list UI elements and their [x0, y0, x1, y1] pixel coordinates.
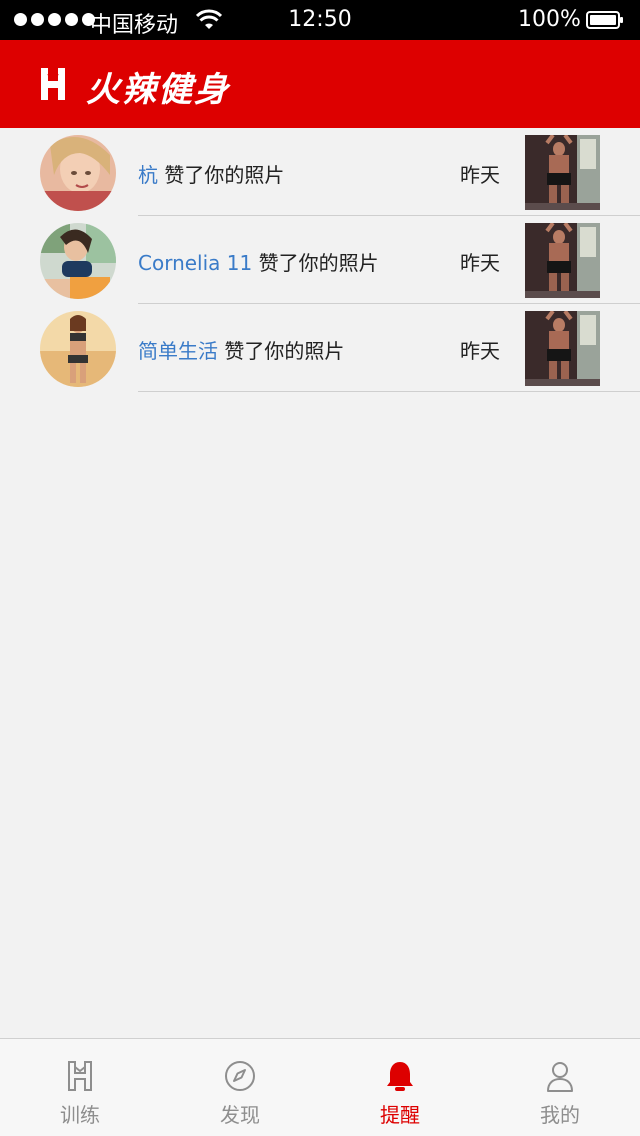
- tab-label: 我的: [540, 1103, 580, 1127]
- user-avatar[interactable]: [40, 223, 116, 299]
- notification-row[interactable]: 简单生活 赞了你的照片 昨天: [0, 304, 640, 392]
- username-link[interactable]: 杭: [138, 163, 158, 187]
- person-icon: [547, 1062, 573, 1092]
- notification-action: 赞了你的照片: [258, 251, 379, 275]
- tab-bar: 训练 发现 提醒 我的: [0, 1038, 640, 1136]
- tab-discover[interactable]: 发现: [160, 1039, 320, 1136]
- tab-training[interactable]: 训练: [0, 1039, 160, 1136]
- liked-photo-thumbnail[interactable]: [525, 223, 600, 298]
- row-divider: [138, 391, 640, 392]
- notification-message: 简单生活 赞了你的照片: [138, 335, 344, 364]
- brand-h-icon: [68, 1061, 92, 1091]
- notification-time: 昨天: [460, 339, 500, 363]
- user-avatar[interactable]: [40, 135, 116, 211]
- battery-percentage: 100%: [518, 7, 581, 32]
- notification-row[interactable]: Cornelia 11 赞了你的照片 昨天: [0, 216, 640, 304]
- notification-action: 赞了你的照片: [164, 163, 285, 187]
- brand-h-logo-icon: [41, 68, 65, 100]
- liked-photo-thumbnail[interactable]: [525, 135, 600, 210]
- liked-photo-thumbnail[interactable]: [525, 311, 600, 386]
- notification-time: 昨天: [460, 163, 500, 187]
- battery-icon: [586, 11, 623, 29]
- compass-icon: [225, 1061, 255, 1091]
- notification-time: 昨天: [460, 251, 500, 275]
- tab-label: 提醒: [380, 1103, 420, 1127]
- tab-profile[interactable]: 我的: [480, 1039, 640, 1136]
- app-title: 火辣健身: [86, 70, 230, 110]
- notification-row[interactable]: 杭 赞了你的照片 昨天: [0, 128, 640, 216]
- app-header: 火辣健身: [0, 40, 640, 128]
- user-avatar[interactable]: [40, 311, 116, 387]
- tab-label: 训练: [60, 1103, 100, 1127]
- status-bar: 中国移动 12:50 100%: [0, 0, 640, 40]
- tab-reminders[interactable]: 提醒: [320, 1039, 480, 1136]
- tab-label: 发现: [220, 1103, 260, 1127]
- notification-message: 杭 赞了你的照片: [138, 159, 284, 188]
- username-link[interactable]: 简单生活: [138, 339, 218, 363]
- notification-action: 赞了你的照片: [224, 339, 345, 363]
- bell-icon: [387, 1062, 413, 1091]
- notification-message: Cornelia 11 赞了你的照片: [138, 247, 379, 276]
- notification-list: 杭 赞了你的照片 昨天 Cornelia 11 赞了你的照片 昨天 简单生活 赞…: [0, 128, 640, 392]
- username-link[interactable]: Cornelia 11: [138, 251, 252, 275]
